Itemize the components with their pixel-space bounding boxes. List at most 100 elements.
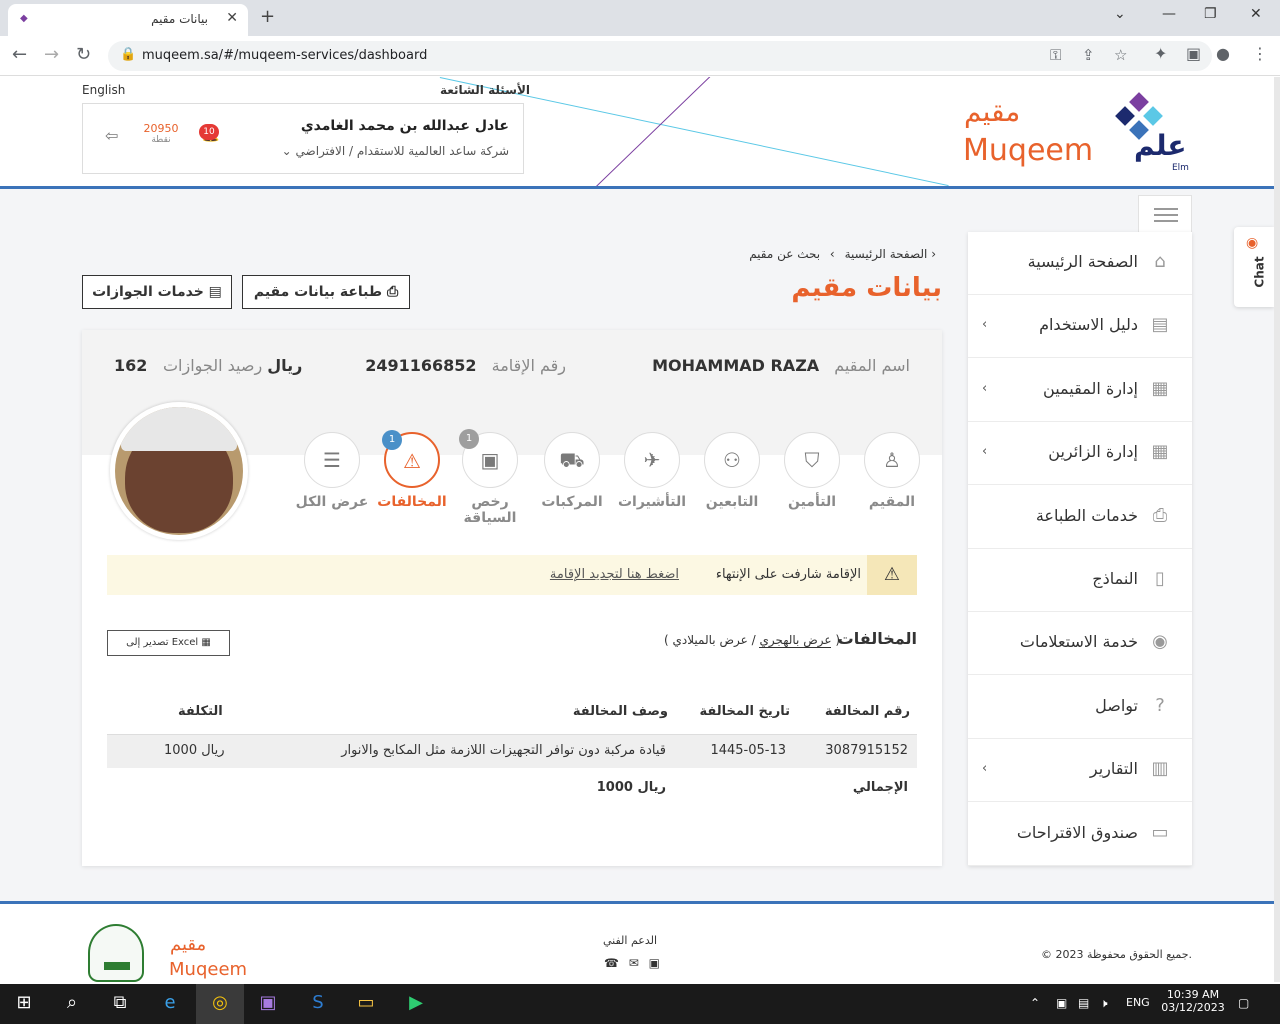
tab-search-icon[interactable]: ⌄	[1114, 6, 1126, 22]
muqeem-logo-ar: مقيم	[964, 95, 1021, 128]
faq-link[interactable]: الأسئلة الشائعة	[440, 83, 530, 97]
violation-cost: 1000 ريال	[164, 743, 225, 758]
star-icon[interactable]: ☆	[1114, 46, 1127, 64]
site-header: English الأسئلة الشائعة عادل عبدالله بن …	[0, 77, 1274, 189]
tray-chevron-icon[interactable]: ⌃	[1030, 996, 1040, 1010]
url-field[interactable]: 🔒 muqeem.sa/#/muqeem-services/dashboard …	[108, 41, 1212, 71]
new-tab-icon[interactable]: +	[260, 6, 275, 27]
total-label: الإجمالي	[852, 780, 908, 795]
profile-icon[interactable]: ●	[1216, 44, 1230, 63]
chat-label: Chat	[1252, 256, 1267, 288]
windows-start-icon[interactable]: ⊞	[4, 992, 44, 1013]
tab-plane[interactable]: ✈ التأشيرات	[612, 432, 692, 510]
extensions-icon[interactable]: ✦	[1154, 44, 1167, 63]
close-tab-icon[interactable]: ✕	[226, 10, 238, 26]
sidebar: ⌂ الصفحة الرئيسية ▤ دليل الاستخدام ‹ ▦ إدارة ا…	[968, 232, 1192, 866]
sidebar-item[interactable]: ▦ إدارة المقيمين ‹	[968, 359, 1192, 422]
sidebar-item[interactable]: ◉ خدمة الاستعلامات	[968, 612, 1192, 676]
notifications-count: 10	[199, 124, 219, 140]
sidebar-item-label: النماذج	[1092, 569, 1138, 588]
menu-dots-icon[interactable]: ⋮	[1252, 44, 1268, 63]
close-window-icon[interactable]: ✕	[1250, 6, 1262, 22]
plane-icon: ✈	[624, 432, 680, 488]
export-excel-button[interactable]: تصدير إلى Excel ▦	[107, 630, 230, 656]
search-icon[interactable]: ⌕	[52, 992, 92, 1013]
sidebar-item[interactable]: ▯ النماذج	[968, 549, 1192, 612]
task-view-icon[interactable]: ⧉	[100, 992, 140, 1013]
app-icon[interactable]: ▣	[248, 992, 288, 1013]
sidebar-item[interactable]: ▭ صندوق الاقتراحات	[968, 803, 1192, 866]
clock[interactable]: 10:39 AM 03/12/2023	[1158, 988, 1228, 1014]
key-icon[interactable]: ⚿	[1050, 46, 1061, 64]
chat-icon: ◉	[1246, 235, 1259, 251]
user-box: عادل عبدالله بن محمد الغامدي ⌄ شركة ساعد…	[82, 103, 524, 174]
sidebar-item-label: التقارير	[1089, 759, 1138, 779]
app-icon-s[interactable]: S	[298, 992, 338, 1013]
sidebar-item[interactable]: ▤ دليل الاستخدام ‹	[968, 295, 1192, 359]
browser-tab[interactable]: ◆ بيانات مقيم ✕	[8, 4, 248, 36]
restore-icon[interactable]: ❐	[1204, 6, 1217, 22]
col-header-number: رقم المخالفة	[824, 704, 910, 719]
passport-services-label: خدمات الجوازات	[92, 284, 204, 300]
tab-shield[interactable]: ⛉ التأمين	[772, 432, 852, 510]
clock-date: 03/12/2023	[1161, 1001, 1225, 1014]
breadcrumb-search[interactable]: بحث عن مقيم	[749, 247, 820, 261]
breadcrumb-home[interactable]: الصفحة الرئيسية	[845, 247, 928, 261]
reload-icon[interactable]: ↻	[76, 44, 91, 65]
file-explorer-icon[interactable]: ▭	[346, 992, 386, 1013]
sidebar-item[interactable]: ⎙ خدمات الطباعة	[968, 486, 1192, 549]
twitter-icon[interactable]: ▣	[649, 956, 660, 970]
print-resident-button[interactable]: طباعة بيانات مقيم ⎙	[242, 275, 410, 309]
printer-icon: ⎙	[1152, 504, 1168, 526]
volume-icon[interactable]: 🕨	[1100, 996, 1108, 1011]
share-icon[interactable]: ⇪	[1082, 46, 1095, 64]
hijri-toggle[interactable]: عرض بالهجري	[759, 633, 832, 648]
back-icon[interactable]: ←	[12, 44, 27, 65]
tab-license[interactable]: ▣ 1 رخص السياقة	[450, 429, 530, 526]
forward-icon[interactable]: →	[44, 44, 59, 65]
chrome-icon[interactable]: ◎	[200, 992, 240, 1013]
passport-balance-field: 162 ريال رصيد الجوازات	[114, 356, 302, 375]
sidebar-item[interactable]: ▦ إدارة الزائرين ‹	[968, 422, 1192, 486]
notifications-button[interactable]: 🔔 10	[199, 124, 221, 146]
ie-icon[interactable]: e	[150, 992, 190, 1013]
col-header-description: وصف المخالفة	[572, 704, 668, 719]
language-link[interactable]: English	[82, 83, 125, 97]
passport-services-button[interactable]: خدمات الجوازات ▤	[82, 275, 232, 309]
chat-button[interactable]: ◉ Chat	[1234, 227, 1274, 307]
notification-center-icon[interactable]: ▢	[1238, 996, 1249, 1010]
sidebar-item[interactable]: ⌂ الصفحة الرئيسية	[968, 232, 1192, 295]
gregorian-toggle[interactable]: عرض بالميلادي	[673, 633, 748, 647]
email-icon[interactable]: ✉	[629, 956, 639, 970]
tab-car[interactable]: ⛟ المركبات	[532, 432, 612, 510]
sidebar-item-label: إدارة الزائرين	[1048, 442, 1138, 462]
page-scrollbar[interactable]	[1274, 77, 1280, 982]
media-player-icon[interactable]: ▶	[396, 992, 436, 1013]
sidepanel-icon[interactable]: ▣	[1186, 44, 1201, 63]
footer-muqeem-en: Muqeem	[169, 959, 248, 980]
tab-list[interactable]: ☰ عرض الكل	[292, 432, 372, 510]
tray-app-icon[interactable]: ▣	[1056, 996, 1067, 1010]
renew-iqama-link[interactable]: اضغط هنا لتجديد الإقامة	[550, 567, 679, 582]
sidebar-item[interactable]: ▥ التقارير ‹	[968, 739, 1192, 803]
logout-icon[interactable]: ⇦	[105, 126, 118, 145]
network-icon[interactable]: ▤	[1078, 996, 1089, 1010]
tab-label: المركبات	[541, 494, 603, 510]
passport-balance-label: رصيد الجوازات	[162, 356, 263, 375]
social-links: ☎ ✉ ▣	[604, 956, 660, 970]
tab-title: بيانات مقيم	[151, 12, 208, 26]
company-selector[interactable]: ⌄ شركة ساعد العالمية للاستقدام / الافترا…	[282, 144, 509, 158]
hamburger-menu-button[interactable]	[1138, 195, 1192, 233]
tab-users[interactable]: ⚇ التابعين	[692, 432, 772, 510]
language-indicator[interactable]: ENG	[1126, 996, 1150, 1009]
minimize-icon[interactable]: —	[1162, 6, 1176, 22]
muqeem-logo-en: Muqeem	[963, 133, 1094, 168]
phone-icon[interactable]: ☎	[604, 956, 619, 970]
chevron-left-icon: ‹	[982, 761, 988, 777]
resident-name-field: MOHAMMAD RAZA اسم المقيم	[652, 356, 910, 375]
tab-warning[interactable]: ⚠ 1 المخالفات	[372, 430, 452, 510]
elm-logo-ar: علم	[1134, 129, 1187, 162]
address-bar: ← → ↻ 🔒 muqeem.sa/#/muqeem-services/dash…	[0, 36, 1280, 76]
sidebar-item[interactable]: ? تواصل	[968, 676, 1192, 739]
tab-user[interactable]: ♙ المقيم	[852, 432, 932, 510]
